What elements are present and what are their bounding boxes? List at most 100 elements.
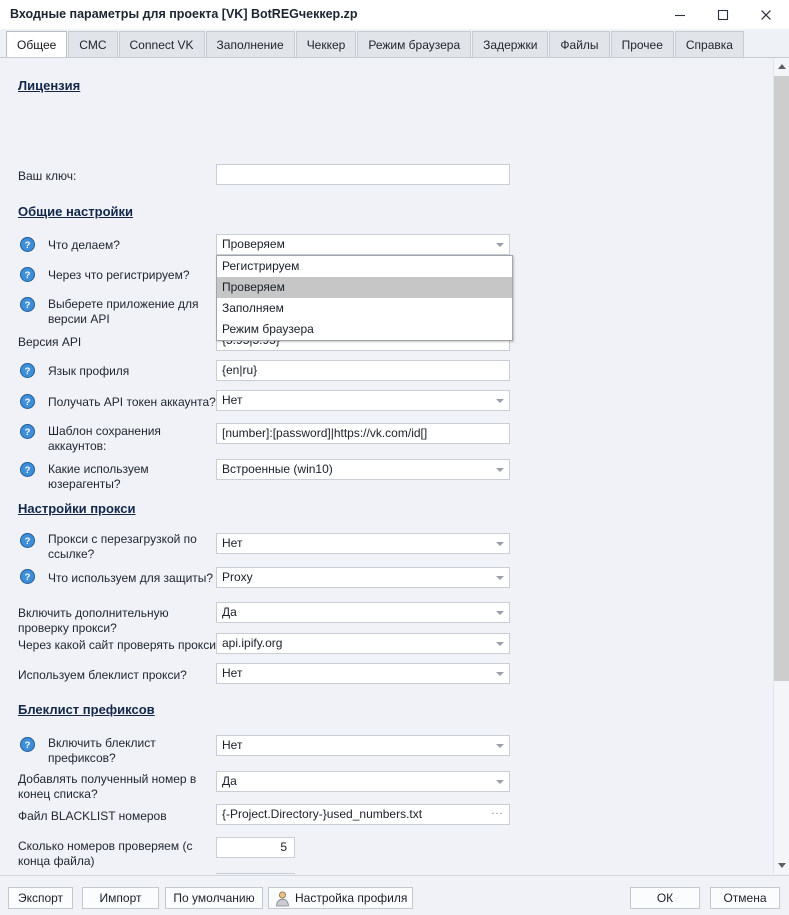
input-count-chars[interactable]: 5 [216, 873, 295, 874]
combo-get-api-token[interactable]: Нет [216, 390, 510, 411]
dialog-footer: Экспорт Импорт По умолчанию Настройка пр… [0, 875, 789, 915]
chevron-down-icon[interactable] [490, 634, 509, 653]
svg-text:?: ? [25, 465, 31, 476]
chevron-down-icon[interactable] [490, 603, 509, 622]
dropdown-option-registriruem[interactable]: Регистрируем [217, 256, 512, 277]
scrollbar-thumb[interactable] [774, 76, 789, 681]
combo-value: Да [222, 774, 237, 788]
maximize-button[interactable] [701, 0, 744, 29]
help-icon[interactable]: ? [20, 533, 35, 548]
combo-what-do[interactable]: Проверяем [216, 234, 510, 255]
tab-label: Справка [685, 37, 733, 52]
close-button[interactable] [744, 0, 787, 29]
combo-value: Нет [222, 393, 243, 407]
section-header-license: Лицензия [18, 78, 81, 93]
svg-text:?: ? [25, 427, 31, 438]
tab-connect-vk[interactable]: Connect VK [118, 31, 205, 57]
close-icon [760, 9, 772, 21]
help-icon[interactable]: ? [20, 569, 35, 584]
help-icon[interactable]: ? [20, 237, 35, 252]
label-blacklist-file: Файл BLACKLIST номеров [18, 809, 167, 823]
tab-label: Прочее [621, 37, 663, 52]
minimize-icon [674, 9, 686, 21]
label-get-api-token: Получать API токен аккаунта? [48, 395, 216, 409]
tab-prochee[interactable]: Прочее [610, 31, 674, 57]
chevron-down-icon[interactable] [490, 534, 509, 553]
dropdown-option-zapolnyaem[interactable]: Заполняем [217, 298, 512, 319]
chevron-down-icon[interactable] [490, 235, 509, 254]
ok-button[interactable]: ОК [630, 887, 700, 909]
browse-button[interactable]: ... [487, 805, 508, 824]
svg-text:?: ? [25, 300, 31, 311]
label-use-proxy-blacklist: Используем блеклист прокси? [18, 668, 187, 682]
combo-extra-check[interactable]: Да [216, 602, 510, 623]
tab-rezhim-brauzera[interactable]: Режим браузера [357, 31, 472, 57]
svg-text:?: ? [25, 366, 31, 377]
combo-use-proxy-blacklist[interactable]: Нет [216, 663, 510, 684]
label-enable-prefix-blacklist: Включить блеклист префиксов? [48, 736, 156, 765]
dropdown-list-what-do[interactable]: Регистрируем Проверяем Заполняем Режим б… [216, 255, 513, 341]
tab-sms[interactable]: СМС [68, 31, 118, 57]
scroll-down-button[interactable] [774, 857, 789, 874]
import-button[interactable]: Импорт [82, 887, 159, 909]
vertical-scrollbar[interactable] [773, 58, 789, 874]
window-title: Входные параметры для проекта [VK] BotRE… [10, 7, 358, 21]
combo-enable-prefix-blacklist[interactable]: Нет [216, 735, 510, 756]
profile-settings-label: Настройка профиля [295, 891, 408, 905]
tab-chekker[interactable]: Чеккер [295, 31, 357, 57]
label-save-template: Шаблон сохранения аккаунтов: [48, 424, 161, 453]
maximize-icon [717, 9, 729, 21]
help-icon[interactable]: ? [20, 394, 35, 409]
tab-spravka[interactable]: Справка [674, 31, 744, 57]
label-register-via: Через что регистрируем? [48, 268, 190, 282]
scroll-up-button[interactable] [774, 58, 789, 75]
help-icon[interactable]: ? [20, 737, 35, 752]
combo-useragents[interactable]: Встроенные (win10) [216, 459, 510, 480]
input-profile-lang[interactable]: {en|ru} [216, 360, 510, 381]
tab-label: Заполнение [216, 37, 284, 52]
label-protection: Что используем для защиты? [48, 571, 214, 585]
help-icon[interactable]: ? [20, 462, 35, 477]
chevron-down-icon[interactable] [490, 391, 509, 410]
help-icon[interactable]: ? [20, 424, 35, 439]
combo-check-site[interactable]: api.ipify.org [216, 633, 510, 654]
minimize-button[interactable] [658, 0, 701, 29]
help-icon[interactable]: ? [20, 267, 35, 282]
section-header-blacklist: Блеклист префиксов [18, 702, 155, 717]
label-profile-lang: Язык профиля [48, 364, 130, 378]
combo-proxy-reload[interactable]: Нет [216, 533, 510, 554]
profile-settings-button[interactable]: Настройка профиля [268, 887, 413, 909]
input-blacklist-file[interactable]: {-Project.Directory-}used_numbers.txt ..… [216, 804, 510, 825]
label-append-number: Добавлять полученный номер в конец списк… [18, 772, 197, 801]
svg-text:?: ? [25, 740, 31, 751]
tab-label: Чеккер [306, 37, 346, 52]
combo-value: Нет [222, 536, 243, 550]
combo-append-number[interactable]: Да [216, 771, 510, 792]
chevron-down-icon[interactable] [490, 568, 509, 587]
help-icon[interactable]: ? [20, 297, 35, 312]
svg-text:?: ? [25, 397, 31, 408]
label-extra-check: Включить дополнительную проверку прокси? [18, 606, 169, 635]
chevron-down-icon[interactable] [490, 664, 509, 683]
blacklist-file-value: {-Project.Directory-}used_numbers.txt [222, 807, 423, 821]
export-button[interactable]: Экспорт [8, 887, 73, 909]
dropdown-option-proveryaem[interactable]: Проверяем [217, 277, 512, 298]
tab-zaderzhki[interactable]: Задержки [472, 31, 549, 57]
combo-value: Проверяем [222, 237, 285, 251]
combo-value: api.ipify.org [222, 636, 283, 650]
input-count-numbers[interactable]: 5 [216, 837, 295, 858]
chevron-down-icon[interactable] [490, 736, 509, 755]
input-save-template[interactable]: [number]:[password]|https://vk.com/id[] [216, 423, 510, 444]
chevron-down-icon[interactable] [490, 772, 509, 791]
tab-zapolnenie[interactable]: Заполнение [205, 31, 295, 57]
chevron-down-icon[interactable] [490, 460, 509, 479]
dropdown-option-rezhim-brauzera[interactable]: Режим браузера [217, 319, 512, 340]
help-icon[interactable]: ? [20, 363, 35, 378]
cancel-button[interactable]: Отмена [710, 887, 780, 909]
defaults-button[interactable]: По умолчанию [165, 887, 263, 909]
tab-faily[interactable]: Файлы [549, 31, 610, 57]
input-your-key[interactable] [216, 164, 510, 185]
tab-obshchee[interactable]: Общее [6, 31, 68, 57]
tab-strip: Общее СМС Connect VK Заполнение Чеккер Р… [0, 29, 789, 57]
combo-protection[interactable]: Proxy [216, 567, 510, 588]
